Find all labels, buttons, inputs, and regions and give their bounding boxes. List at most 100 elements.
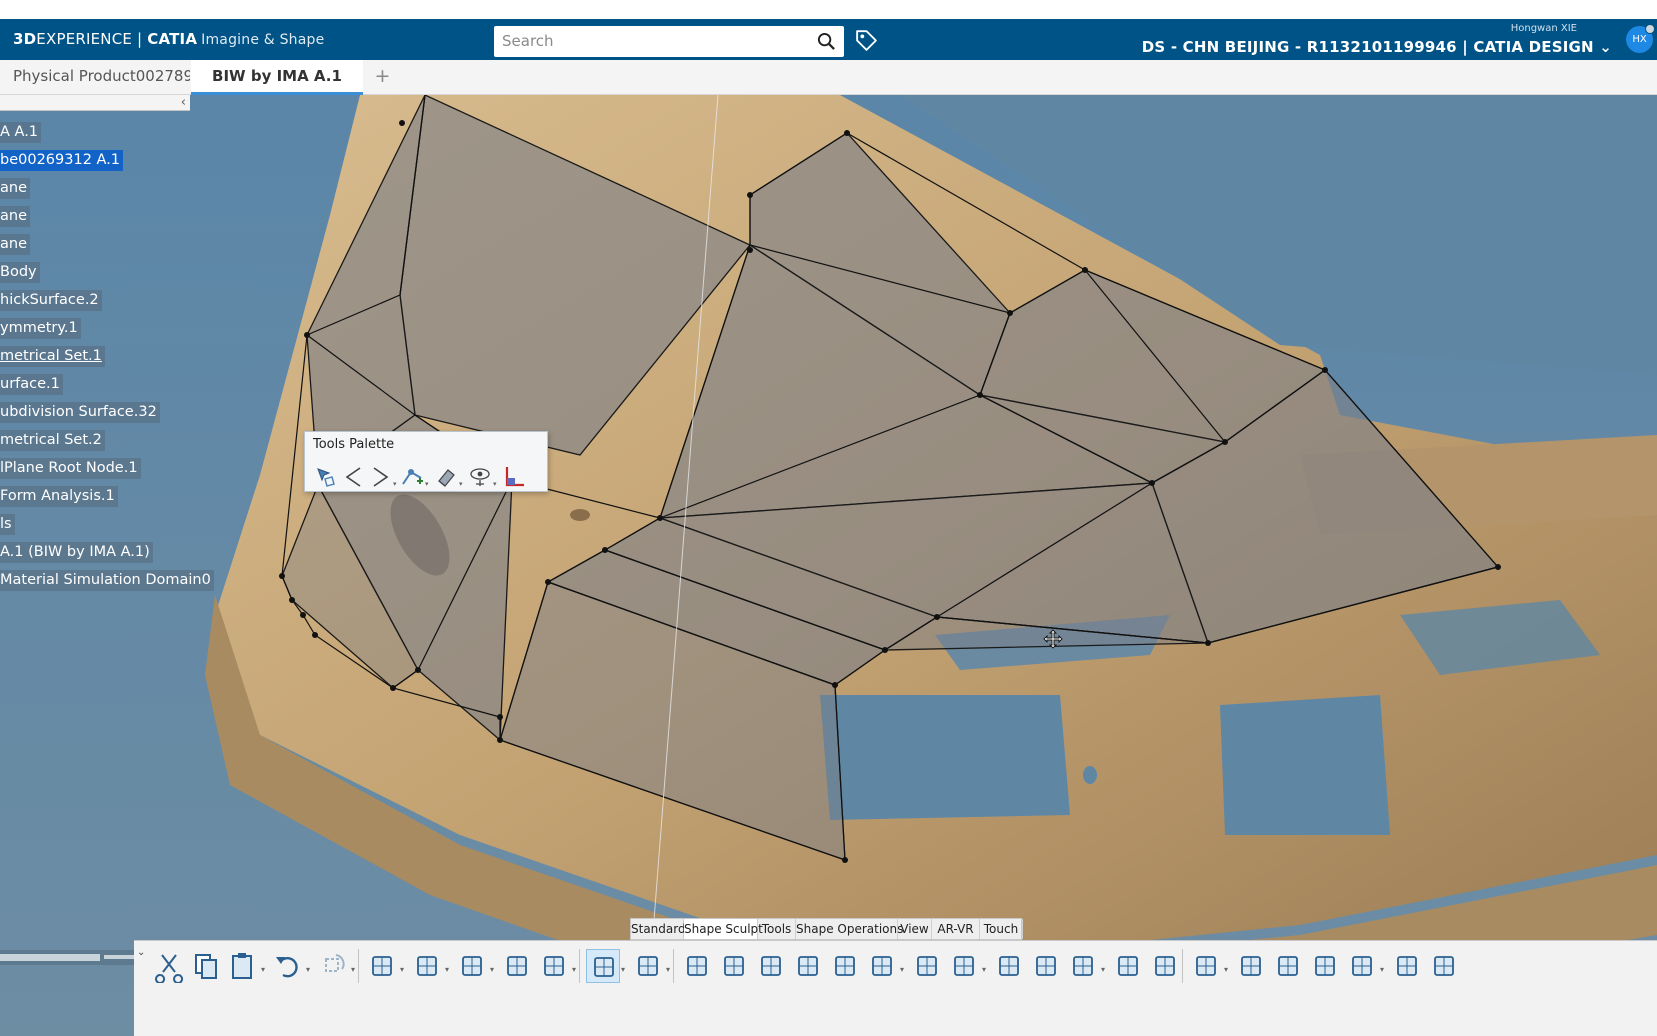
blend-button[interactable] [1390,949,1424,983]
primitive-button[interactable] [992,949,1026,983]
split-button[interactable] [791,949,825,983]
section-tab-shape-sculpt[interactable]: Shape Sculpt [684,919,763,939]
wrap-icon [1155,956,1175,976]
chevron-down-icon[interactable]: ▾ [1380,965,1384,974]
search-input[interactable] [502,30,802,52]
points-button[interactable] [717,949,751,983]
add-vertex-icon[interactable] [399,464,425,490]
sphere-button[interactable] [455,949,489,983]
chevron-down-icon[interactable]: ▾ [1101,965,1105,974]
section-tab-tools[interactable]: Tools [758,919,796,939]
lattice-button[interactable] [1189,949,1223,983]
3d-viewport[interactable]: ‹ A A.1 be00269312 A.1 ane ane ane Body hickSu… [0,95,1657,1036]
extrude-button[interactable] [910,949,944,983]
chevron-down-icon[interactable]: ▾ [393,480,397,488]
collab-space-selector[interactable]: DS - CHN BEIJING - R1132101199946 | CATI… [1142,38,1612,56]
visibility-icon[interactable] [467,464,493,490]
corner-icon[interactable] [501,464,527,490]
undo-button[interactable] [271,949,305,983]
collapse-tree-icon[interactable]: ‹ [181,95,186,111]
chevron-down-icon[interactable]: ▾ [1224,965,1228,974]
edit-button[interactable] [586,949,620,983]
chevron-down-icon[interactable]: ▾ [445,965,449,974]
section-tab-shape-operations[interactable]: Shape Operations [796,919,903,939]
chevron-down-icon[interactable]: ▾ [459,480,463,488]
vertex-button[interactable] [680,949,714,983]
tree-item[interactable]: ane [0,206,30,227]
chevron-down-icon[interactable]: ▾ [666,965,670,974]
chevron-down-icon[interactable]: ▾ [490,965,494,974]
tree-item[interactable]: metrical Set.2 [0,430,105,451]
chevron-down-icon[interactable]: ▾ [306,965,310,974]
collapse-action-bar-icon[interactable]: ⌄ [137,947,145,958]
tree-item[interactable]: ymmetry.1 [0,318,81,339]
tree-scroll-thumb[interactable] [0,954,100,961]
redo-button[interactable] [316,949,350,983]
chevron-down-icon[interactable]: ▾ [351,965,355,974]
brand-app: CATIA [147,30,198,48]
open-box-button[interactable] [1111,949,1145,983]
tree-item[interactable]: A A.1 [0,122,42,143]
chevron-down-icon[interactable]: ▾ [572,965,576,974]
chevron-down-icon[interactable]: ▾ [982,965,986,974]
copy-button[interactable] [189,949,223,983]
mirror-button[interactable] [865,949,899,983]
previous-icon[interactable] [341,464,367,490]
section-tab-touch[interactable]: Touch [980,919,1023,939]
box-button[interactable] [1029,949,1063,983]
cut-button[interactable] [152,949,186,984]
sweep-icon [1352,956,1372,976]
add-tab-button[interactable]: + [370,60,395,95]
project-button[interactable] [1271,949,1305,983]
tree-item[interactable]: Material Simulation Domain0 [0,570,214,591]
tree-item[interactable]: ubdivision Surface.32 [0,402,160,423]
chevron-down-icon[interactable]: ▾ [621,965,625,974]
surface-button[interactable] [1308,949,1342,983]
weld-button[interactable] [754,949,788,983]
tree-item[interactable]: hickSurface.2 [0,290,102,311]
wrap-button[interactable] [1148,949,1182,983]
tree-item[interactable]: ane [0,178,30,199]
cylinder-button[interactable] [1066,949,1100,983]
chevron-down-icon[interactable]: ▾ [261,965,265,974]
wave-button[interactable] [1427,949,1461,983]
search-icon[interactable] [817,32,836,51]
chevron-down-icon[interactable]: ▾ [493,480,497,488]
plane-button[interactable] [410,949,444,983]
tree-item[interactable]: metrical Set.1 [0,346,105,367]
brand-logo[interactable]: 3DEXPERIENCE | CATIA Imagine & Shape [13,30,324,48]
subdivision-button[interactable] [365,949,399,983]
eraser-icon[interactable] [433,464,459,490]
bridge-button[interactable] [947,949,981,983]
align-button[interactable] [1234,949,1268,983]
tag-icon[interactable] [854,28,879,53]
next-icon[interactable] [367,464,393,490]
tools-palette[interactable]: Tools Palette ▾ ▾ ▾ ▾ [304,431,548,492]
tree-item[interactable]: urface.1 [0,374,63,395]
select-icon[interactable] [313,464,339,490]
sketch-button[interactable] [631,949,665,983]
section-tab-standard[interactable]: Standard [631,919,686,939]
cube-button[interactable] [500,949,534,983]
sweep-button[interactable] [1345,949,1379,983]
tree-item[interactable]: ane [0,234,30,255]
tab-biw-by-ima[interactable]: BIW by IMA A.1 [191,60,363,95]
settings-badge-icon[interactable] [1645,24,1655,34]
section-tab-ar-vr[interactable]: AR-VR [932,919,980,939]
tree-item[interactable]: Body [0,262,40,283]
chevron-down-icon[interactable]: ▾ [400,965,404,974]
tree-item[interactable]: ls [0,514,15,535]
tree-item[interactable]: A.1 (BIW by IMA A.1) [0,542,153,563]
curve-button[interactable] [537,949,571,983]
tree-item[interactable]: be00269312 A.1 [0,150,124,171]
paste-button[interactable] [226,949,260,983]
chevron-down-icon[interactable]: ▾ [900,965,904,974]
3d-scene[interactable] [0,95,1657,1036]
section-tab-view[interactable]: View [898,919,932,939]
chevron-down-icon[interactable]: ▾ [425,480,429,488]
tab-physical-product[interactable]: Physical Product002789 [0,60,190,95]
face-button[interactable] [828,949,862,983]
tree-item[interactable]: Form Analysis.1 [0,486,118,507]
tree-item[interactable]: lPlane Root Node.1 [0,458,141,479]
plane-icon [417,956,437,976]
